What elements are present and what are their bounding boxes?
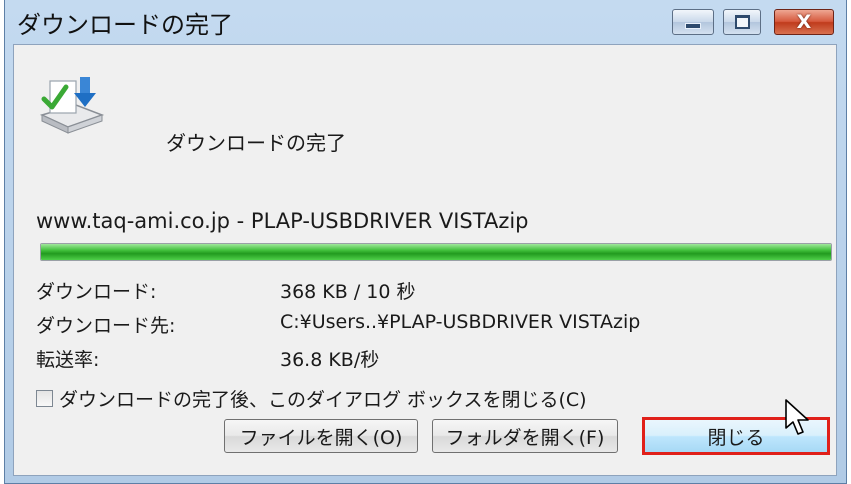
title-bar[interactable]: ダウンロードの完了 X [5, 0, 846, 44]
window-title: ダウンロードの完了 [17, 11, 233, 39]
window-close-button[interactable]: X [774, 9, 834, 35]
close-when-complete-label[interactable]: ダウンロードの完了後、このダイアログ ボックスを閉じる(C) [59, 385, 587, 412]
destination-label: ダウンロード先: [36, 315, 176, 337]
dialog-heading: ダウンロードの完了 [166, 131, 346, 155]
dialog-body: ダウンロードの完了 www.taq-ami.co.jp - PLAP-USBDR… [13, 44, 837, 476]
download-filename: www.taq-ami.co.jp - PLAP-USBDRIVER VISTA… [36, 209, 529, 233]
open-folder-button[interactable]: フォルダを開く(F) [432, 419, 618, 453]
close-icon: X [796, 11, 812, 33]
progress-bar [40, 243, 832, 261]
maximize-button[interactable] [723, 9, 761, 35]
minimize-button[interactable] [672, 9, 714, 35]
download-complete-window: ダウンロードの完了 X ダウンロードの完了 www.taq-ami.co.jp … [4, 0, 847, 484]
open-file-button[interactable]: ファイルを開く(O) [224, 419, 418, 453]
destination-value: C:¥Users..¥PLAP-USBDRIVER VISTAzip [280, 311, 641, 333]
download-complete-icon [39, 77, 105, 134]
maximize-icon [734, 15, 750, 29]
minimize-icon [685, 23, 701, 29]
downloaded-label: ダウンロード: [36, 281, 157, 303]
downloaded-value: 368 KB / 10 秒 [280, 281, 416, 303]
rate-value: 36.8 KB/秒 [280, 349, 380, 371]
rate-label: 転送率: [36, 349, 100, 371]
progress-bar-fill [41, 244, 831, 260]
close-when-complete-checkbox[interactable] [36, 390, 53, 407]
mouse-cursor-icon [785, 399, 809, 435]
close-when-complete-option[interactable]: ダウンロードの完了後、このダイアログ ボックスを閉じる(C) [36, 385, 587, 412]
